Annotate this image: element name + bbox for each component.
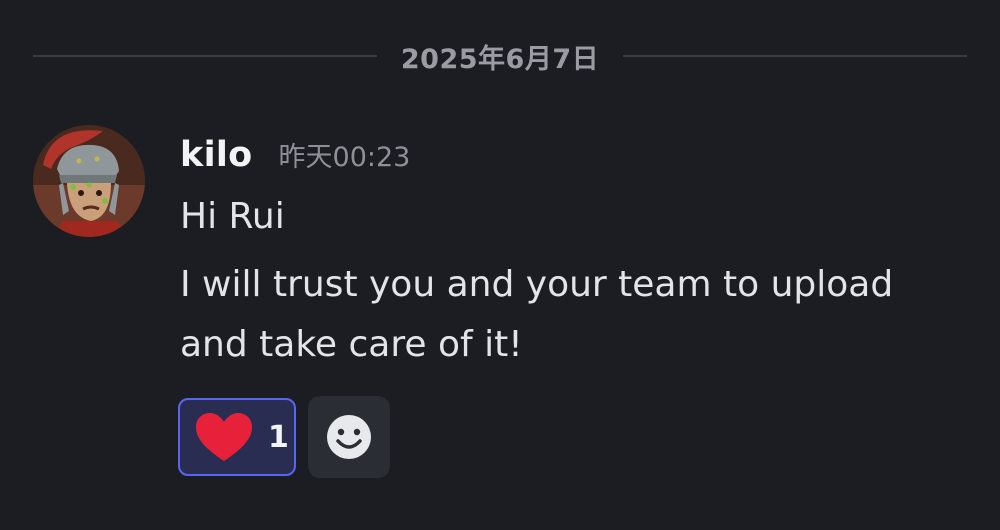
heart-icon	[196, 413, 252, 461]
message-line: I will trust you and your team to upload	[180, 264, 894, 305]
message-line: and take care of it!	[180, 324, 523, 365]
timestamp: 昨天00:23	[278, 142, 411, 173]
message-body: kilo 昨天00:23 Hi Rui I will trust you and…	[180, 135, 970, 375]
divider-line-left	[33, 55, 377, 57]
avatar[interactable]	[33, 125, 145, 237]
message-line: Hi Rui	[180, 196, 285, 237]
date-label: 2025年6月7日	[400, 43, 600, 75]
reactions-bar: 1	[178, 396, 390, 478]
date-divider: 2025年6月7日	[33, 36, 968, 76]
smiley-add-icon	[327, 415, 371, 459]
message-header: kilo 昨天00:23	[180, 135, 970, 183]
divider-line-right	[623, 55, 968, 57]
username[interactable]: kilo	[180, 135, 253, 175]
reaction-count: 1	[268, 419, 289, 455]
roman-soldier-avatar-icon	[33, 125, 145, 237]
reaction-heart-button[interactable]: 1	[178, 398, 296, 476]
add-reaction-button[interactable]	[308, 396, 390, 478]
